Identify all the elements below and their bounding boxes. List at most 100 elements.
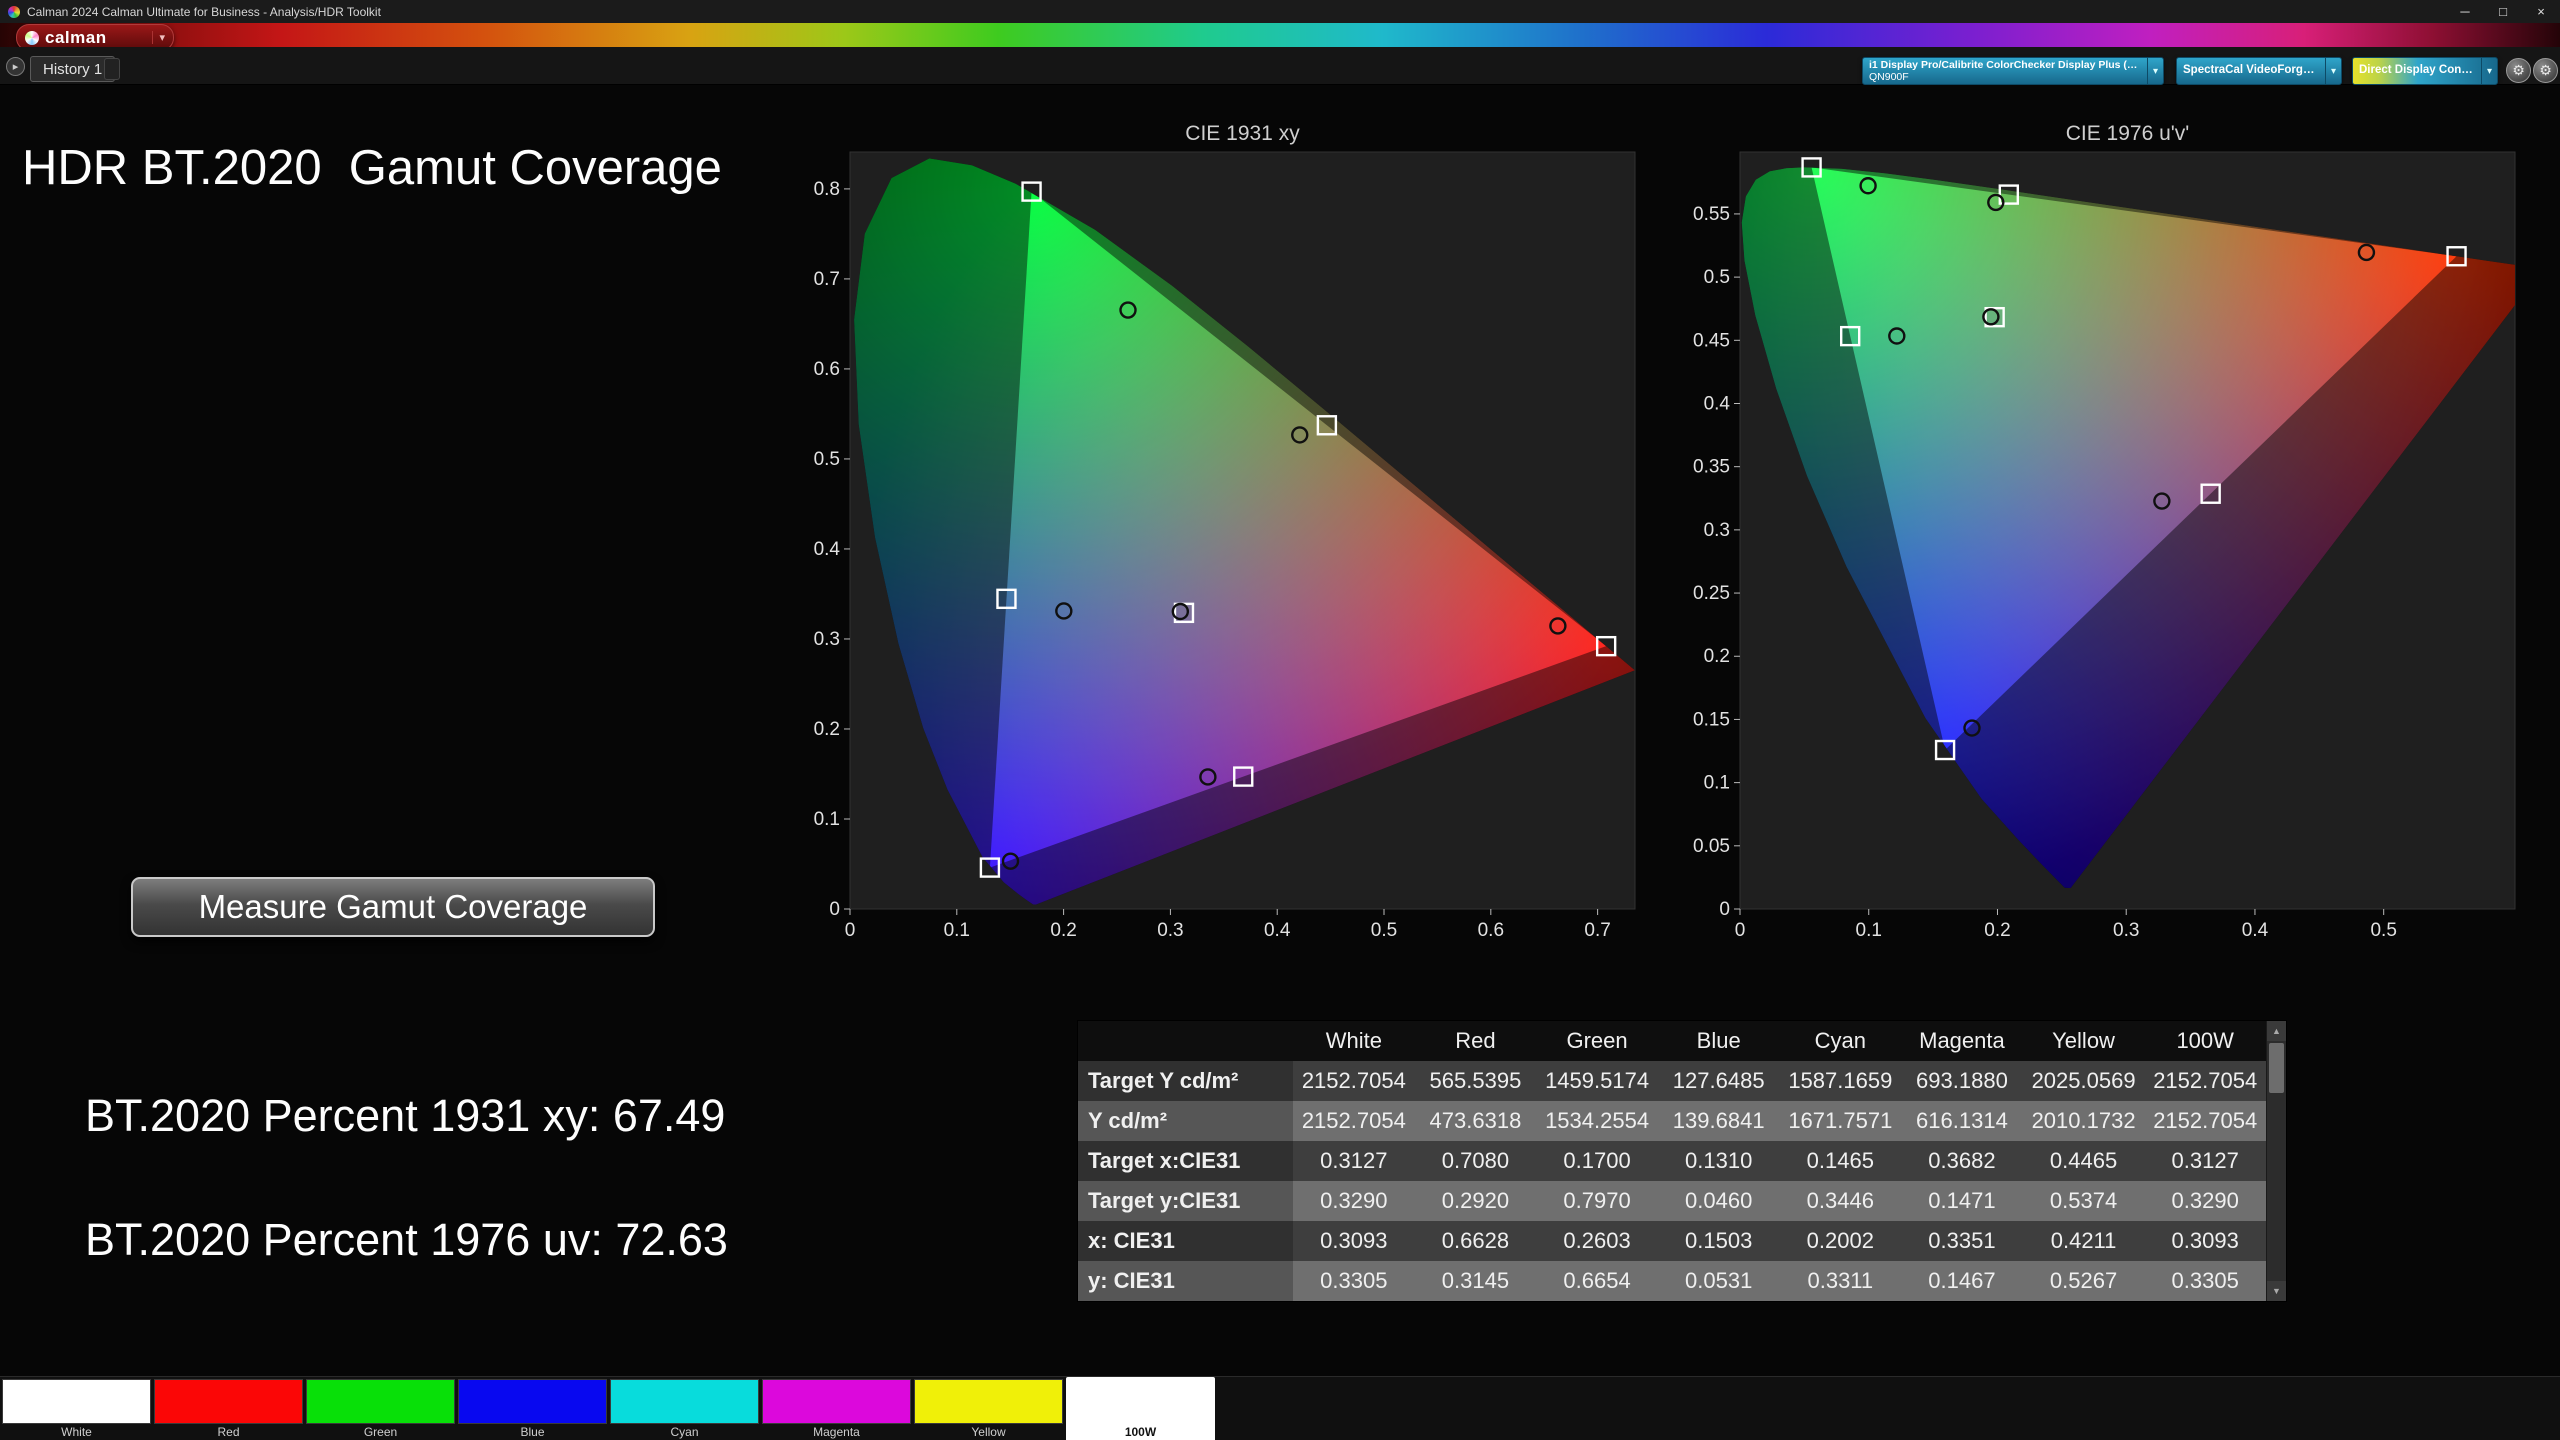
svg-text:0.05: 0.05 bbox=[1693, 836, 1730, 857]
table-cell: 0.7970 bbox=[1536, 1181, 1658, 1221]
svg-text:0.2: 0.2 bbox=[1984, 920, 2010, 941]
maximize-button[interactable]: □ bbox=[2484, 0, 2522, 23]
svg-text:0.2: 0.2 bbox=[1704, 646, 1730, 667]
swatch-red[interactable]: Red bbox=[154, 1377, 303, 1440]
swatch-color bbox=[154, 1379, 303, 1424]
scroll-thumb[interactable] bbox=[2269, 1043, 2284, 1093]
measure-gamut-coverage-button[interactable]: Measure Gamut Coverage bbox=[131, 877, 655, 937]
table-cell: 1459.5174 bbox=[1536, 1061, 1658, 1101]
minimize-button[interactable]: ─ bbox=[2446, 0, 2484, 23]
gear-icon: ⚙ bbox=[2512, 62, 2525, 79]
table-cell: 127.6485 bbox=[1658, 1061, 1780, 1101]
svg-text:0.1: 0.1 bbox=[1856, 920, 1882, 941]
table-cell: 0.1503 bbox=[1658, 1221, 1780, 1261]
table-cell: 0.4465 bbox=[2023, 1141, 2145, 1181]
table-cell: 0.5374 bbox=[2023, 1181, 2145, 1221]
cie-1976-chart: 00.10.20.30.40.500.050.10.150.20.250.30.… bbox=[1680, 142, 2533, 949]
table-cell: 0.3290 bbox=[2144, 1181, 2266, 1221]
scroll-up-button[interactable]: ▲ bbox=[2267, 1021, 2286, 1041]
expand-panel-button[interactable]: ▸ bbox=[6, 57, 25, 76]
table-corner-cell bbox=[1078, 1021, 1293, 1061]
table-cell: 0.3127 bbox=[1293, 1141, 1415, 1181]
swatch-cyan[interactable]: Cyan bbox=[610, 1377, 759, 1440]
swatch-color bbox=[1066, 1379, 1215, 1424]
scroll-up-icon: ▲ bbox=[2272, 1026, 2281, 1036]
svg-text:0.5: 0.5 bbox=[2370, 920, 2396, 941]
svg-text:0.4: 0.4 bbox=[1264, 920, 1291, 941]
swatch-green[interactable]: Green bbox=[306, 1377, 455, 1440]
scroll-down-button[interactable]: ▼ bbox=[2267, 1281, 2286, 1301]
svg-text:0.8: 0.8 bbox=[814, 179, 840, 200]
column-header-magenta: Magenta bbox=[1901, 1021, 2023, 1061]
row-label: Target Y cd/m² bbox=[1078, 1061, 1293, 1101]
svg-text:0: 0 bbox=[845, 920, 856, 941]
svg-text:0.25: 0.25 bbox=[1693, 583, 1730, 604]
table-row: Y cd/m²2152.7054473.63181534.2554139.684… bbox=[1078, 1101, 2266, 1141]
settings-gear-button[interactable]: ⚙ bbox=[2506, 58, 2531, 83]
row-label: Target x:CIE31 bbox=[1078, 1141, 1293, 1181]
swatch-blue[interactable]: Blue bbox=[458, 1377, 607, 1440]
table-cell: 0.3093 bbox=[2144, 1221, 2266, 1261]
colorimeter-label: i1 Display Pro/Calibrite ColorChecker Di… bbox=[1869, 59, 2141, 71]
table-cell: 2025.0569 bbox=[2023, 1061, 2145, 1101]
brand-rainbow-strip bbox=[0, 23, 2560, 47]
table-cell: 0.6654 bbox=[1536, 1261, 1658, 1301]
swatch-label: Blue bbox=[458, 1424, 607, 1440]
swatch-color bbox=[762, 1379, 911, 1424]
table-cell: 0.3145 bbox=[1415, 1261, 1537, 1301]
history-tab-label: History 1 bbox=[43, 61, 102, 78]
settings-gear-button-2[interactable]: ⚙ bbox=[2533, 58, 2558, 83]
swatch-white[interactable]: White bbox=[2, 1377, 151, 1440]
column-header-100w: 100W bbox=[2144, 1021, 2266, 1061]
meter-dropdown-colorimeter[interactable]: i1 Display Pro/Calibrite ColorChecker Di… bbox=[1862, 57, 2164, 85]
svg-text:0.2: 0.2 bbox=[814, 719, 840, 740]
scroll-track[interactable] bbox=[2267, 1041, 2286, 1281]
swatch-yellow[interactable]: Yellow bbox=[914, 1377, 1063, 1440]
swatch-100w[interactable]: 100W bbox=[1066, 1377, 1215, 1440]
tab-history-1[interactable]: History 1 bbox=[30, 56, 115, 82]
svg-text:0.55: 0.55 bbox=[1693, 204, 1730, 225]
svg-text:0.7: 0.7 bbox=[1584, 920, 1610, 941]
coverage-result-1931: BT.2020 Percent 1931 xy: 67.49 bbox=[85, 1090, 725, 1142]
table-cell: 0.3446 bbox=[1780, 1181, 1902, 1221]
chevron-down-icon[interactable]: ▾ bbox=[2325, 58, 2341, 84]
table-cell: 2010.1732 bbox=[2023, 1101, 2145, 1141]
row-label: Target y:CIE31 bbox=[1078, 1181, 1293, 1221]
svg-text:0.2: 0.2 bbox=[1050, 920, 1076, 941]
svg-text:0.3: 0.3 bbox=[1704, 520, 1730, 541]
swatch-bar: WhiteRedGreenBlueCyanMagentaYellow100W bbox=[2, 1377, 1215, 1440]
table-cell: 0.3093 bbox=[1293, 1221, 1415, 1261]
meter-dropdown-generator[interactable]: SpectraCal VideoForge Pro ▾ bbox=[2176, 57, 2342, 85]
table-row: Target x:CIE310.31270.70800.17000.13100.… bbox=[1078, 1141, 2266, 1181]
chevron-down-icon[interactable]: ▾ bbox=[2147, 58, 2163, 84]
meter-dropdown-display-control[interactable]: Direct Display Control ▾ bbox=[2352, 57, 2498, 85]
table-cell: 473.6318 bbox=[1415, 1101, 1537, 1141]
chevron-down-icon[interactable]: ▾ bbox=[152, 31, 165, 44]
table-cell: 0.3127 bbox=[2144, 1141, 2266, 1181]
table-cell: 693.1880 bbox=[1901, 1061, 2023, 1101]
table-cell: 0.1310 bbox=[1658, 1141, 1780, 1181]
generator-label: SpectraCal VideoForge Pro bbox=[2183, 64, 2319, 77]
svg-text:0.1: 0.1 bbox=[814, 809, 840, 830]
swatch-label: Yellow bbox=[914, 1424, 1063, 1440]
close-button[interactable]: × bbox=[2522, 0, 2560, 23]
gear-icon: ⚙ bbox=[2539, 62, 2552, 79]
svg-text:0.5: 0.5 bbox=[814, 449, 840, 470]
tab-stub[interactable] bbox=[104, 58, 120, 80]
table-scrollbar[interactable]: ▲ ▼ bbox=[2266, 1021, 2286, 1301]
swatch-magenta[interactable]: Magenta bbox=[762, 1377, 911, 1440]
table-cell: 0.0460 bbox=[1658, 1181, 1780, 1221]
window-titlebar: Calman 2024 Calman Ultimate for Business… bbox=[0, 0, 2560, 23]
swatch-label: Red bbox=[154, 1424, 303, 1440]
table-cell: 0.1465 bbox=[1780, 1141, 1902, 1181]
table-cell: 0.2603 bbox=[1536, 1221, 1658, 1261]
table-cell: 0.3305 bbox=[1293, 1261, 1415, 1301]
table-cell: 0.6628 bbox=[1415, 1221, 1537, 1261]
swatch-color bbox=[610, 1379, 759, 1424]
chevron-down-icon[interactable]: ▾ bbox=[2481, 58, 2497, 84]
svg-text:0.4: 0.4 bbox=[1704, 393, 1731, 414]
table-cell: 0.1467 bbox=[1901, 1261, 2023, 1301]
display-control-label: Direct Display Control bbox=[2359, 64, 2475, 77]
svg-text:0.35: 0.35 bbox=[1693, 457, 1730, 478]
bottom-bar: WhiteRedGreenBlueCyanMagentaYellow100W ⌂… bbox=[0, 1376, 2560, 1440]
